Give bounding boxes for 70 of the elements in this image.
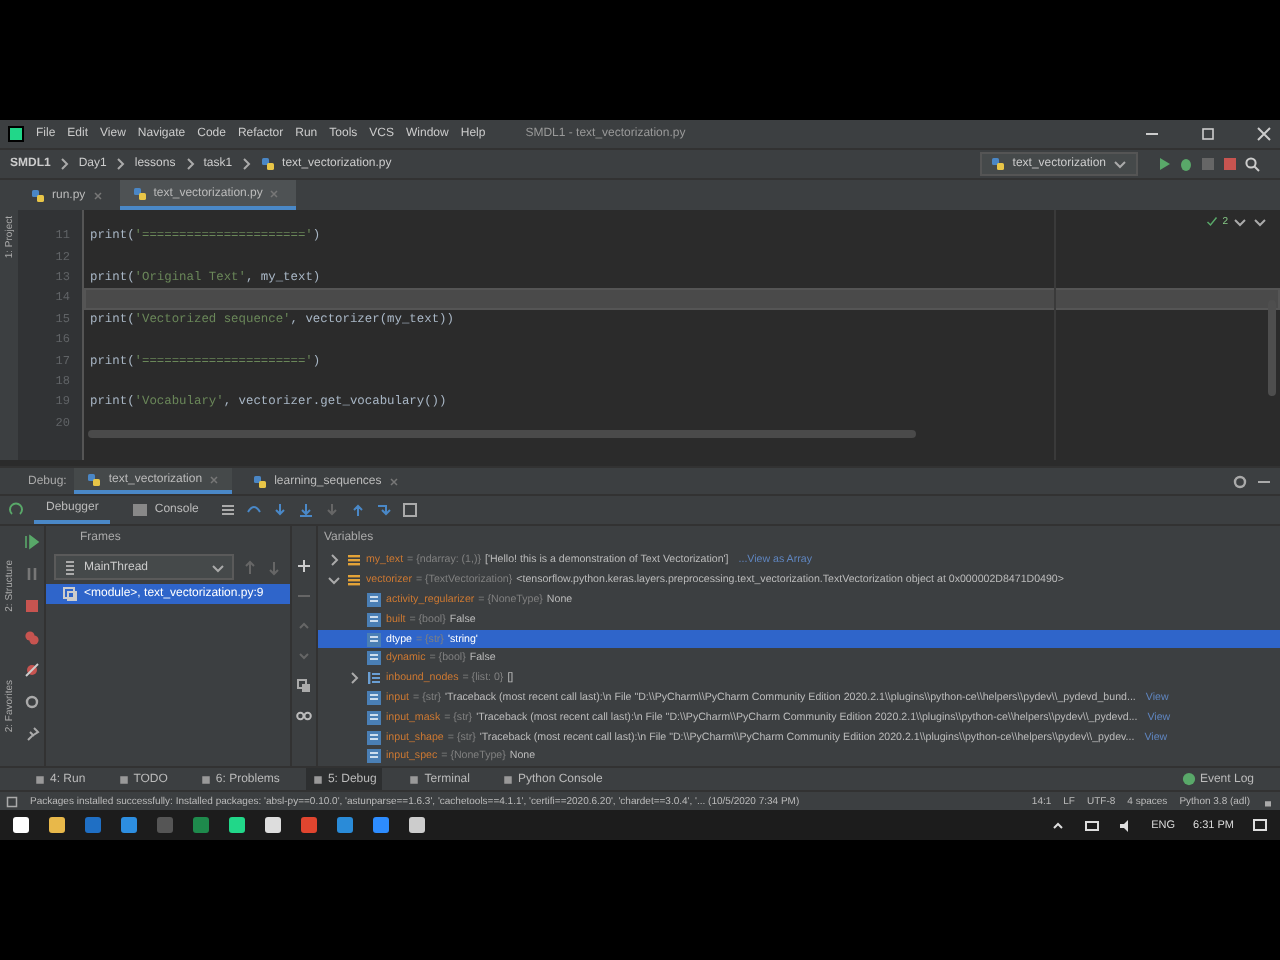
- close-icon: [208, 473, 221, 486]
- list-icon: [366, 670, 382, 687]
- tool-window-icon: [501, 773, 514, 786]
- field-icon: [366, 689, 382, 706]
- breadcrumb-separator-icon: [112, 155, 129, 172]
- python-file-icon: [30, 187, 46, 204]
- object-icon: [346, 552, 362, 569]
- breadcrumb-separator-icon: [238, 155, 255, 172]
- tool-window-icon: [311, 773, 324, 786]
- object-icon: [346, 572, 362, 589]
- tool-window-icon: [34, 773, 46, 786]
- run-icon[interactable]: [1156, 155, 1172, 172]
- horizontal-scrollbar[interactable]: [88, 429, 916, 438]
- collapse-chevron-icon: [326, 572, 342, 589]
- breakpoints-icon[interactable]: [23, 630, 39, 647]
- console-icon: [132, 502, 149, 519]
- add-icon[interactable]: [296, 558, 312, 575]
- pause-icon[interactable]: [23, 566, 39, 583]
- pin-icon[interactable]: [23, 726, 39, 743]
- volume-icon[interactable]: [1117, 817, 1134, 833]
- glasses-icon[interactable]: [296, 708, 312, 725]
- close-icon: [387, 475, 400, 488]
- python-file-icon: [990, 155, 1007, 172]
- maximize-icon[interactable]: [1200, 125, 1216, 142]
- vertical-scrollbar[interactable]: [1268, 300, 1276, 397]
- checkmark-icon: [1206, 216, 1219, 229]
- event-log-icon: [1181, 772, 1196, 787]
- breadcrumb-separator-icon: [56, 155, 73, 172]
- next-chevron-icon: [1252, 214, 1268, 231]
- run-to-cursor-icon[interactable]: [376, 502, 393, 519]
- tool-window-icon: [408, 773, 421, 786]
- step-out-icon[interactable]: [350, 502, 367, 519]
- close-icon: [91, 189, 104, 202]
- mute-breakpoints-icon[interactable]: [23, 662, 39, 679]
- menu-icon[interactable]: [220, 502, 237, 519]
- python-file-icon: [86, 471, 103, 488]
- status-icon: [6, 795, 18, 808]
- evaluate-icon[interactable]: [402, 502, 419, 519]
- app-logo-icon: [8, 125, 24, 142]
- rerun-icon[interactable]: [8, 502, 24, 519]
- field-icon: [366, 591, 382, 608]
- notification-icon[interactable]: [1252, 817, 1268, 833]
- breadcrumb-separator-icon: [181, 155, 198, 172]
- copy-icon[interactable]: [296, 678, 312, 695]
- step-into-icon[interactable]: [272, 502, 289, 519]
- close-icon: [268, 187, 281, 200]
- dropdown-caret-icon: [210, 559, 226, 576]
- tool-window-icon: [117, 773, 130, 786]
- close-icon[interactable]: [1256, 125, 1272, 142]
- settings-icon[interactable]: [1232, 473, 1248, 490]
- thread-icon: [62, 559, 78, 576]
- step-into-my-code-icon[interactable]: [298, 502, 315, 519]
- python-file-icon: [252, 473, 269, 490]
- expand-chevron-icon: [326, 552, 342, 569]
- debug-bug-icon[interactable]: [1178, 155, 1194, 172]
- search-icon[interactable]: [1244, 155, 1260, 172]
- settings-icon[interactable]: [23, 694, 39, 711]
- expand-chevron-icon: [346, 670, 362, 687]
- field-icon: [366, 611, 382, 628]
- python-file-icon: [131, 185, 148, 202]
- tool-window-icon: [199, 773, 212, 786]
- network-icon[interactable]: [1083, 817, 1100, 833]
- resume-icon[interactable]: [23, 534, 39, 551]
- stop-icon[interactable]: [23, 598, 39, 615]
- dropdown-caret-icon: [1112, 155, 1128, 172]
- field-icon: [366, 709, 382, 726]
- chevron-up-icon[interactable]: [1049, 817, 1066, 833]
- previous-chevron-icon: [1232, 214, 1248, 231]
- frame-icon: [62, 586, 78, 603]
- python-file-icon: [260, 155, 277, 172]
